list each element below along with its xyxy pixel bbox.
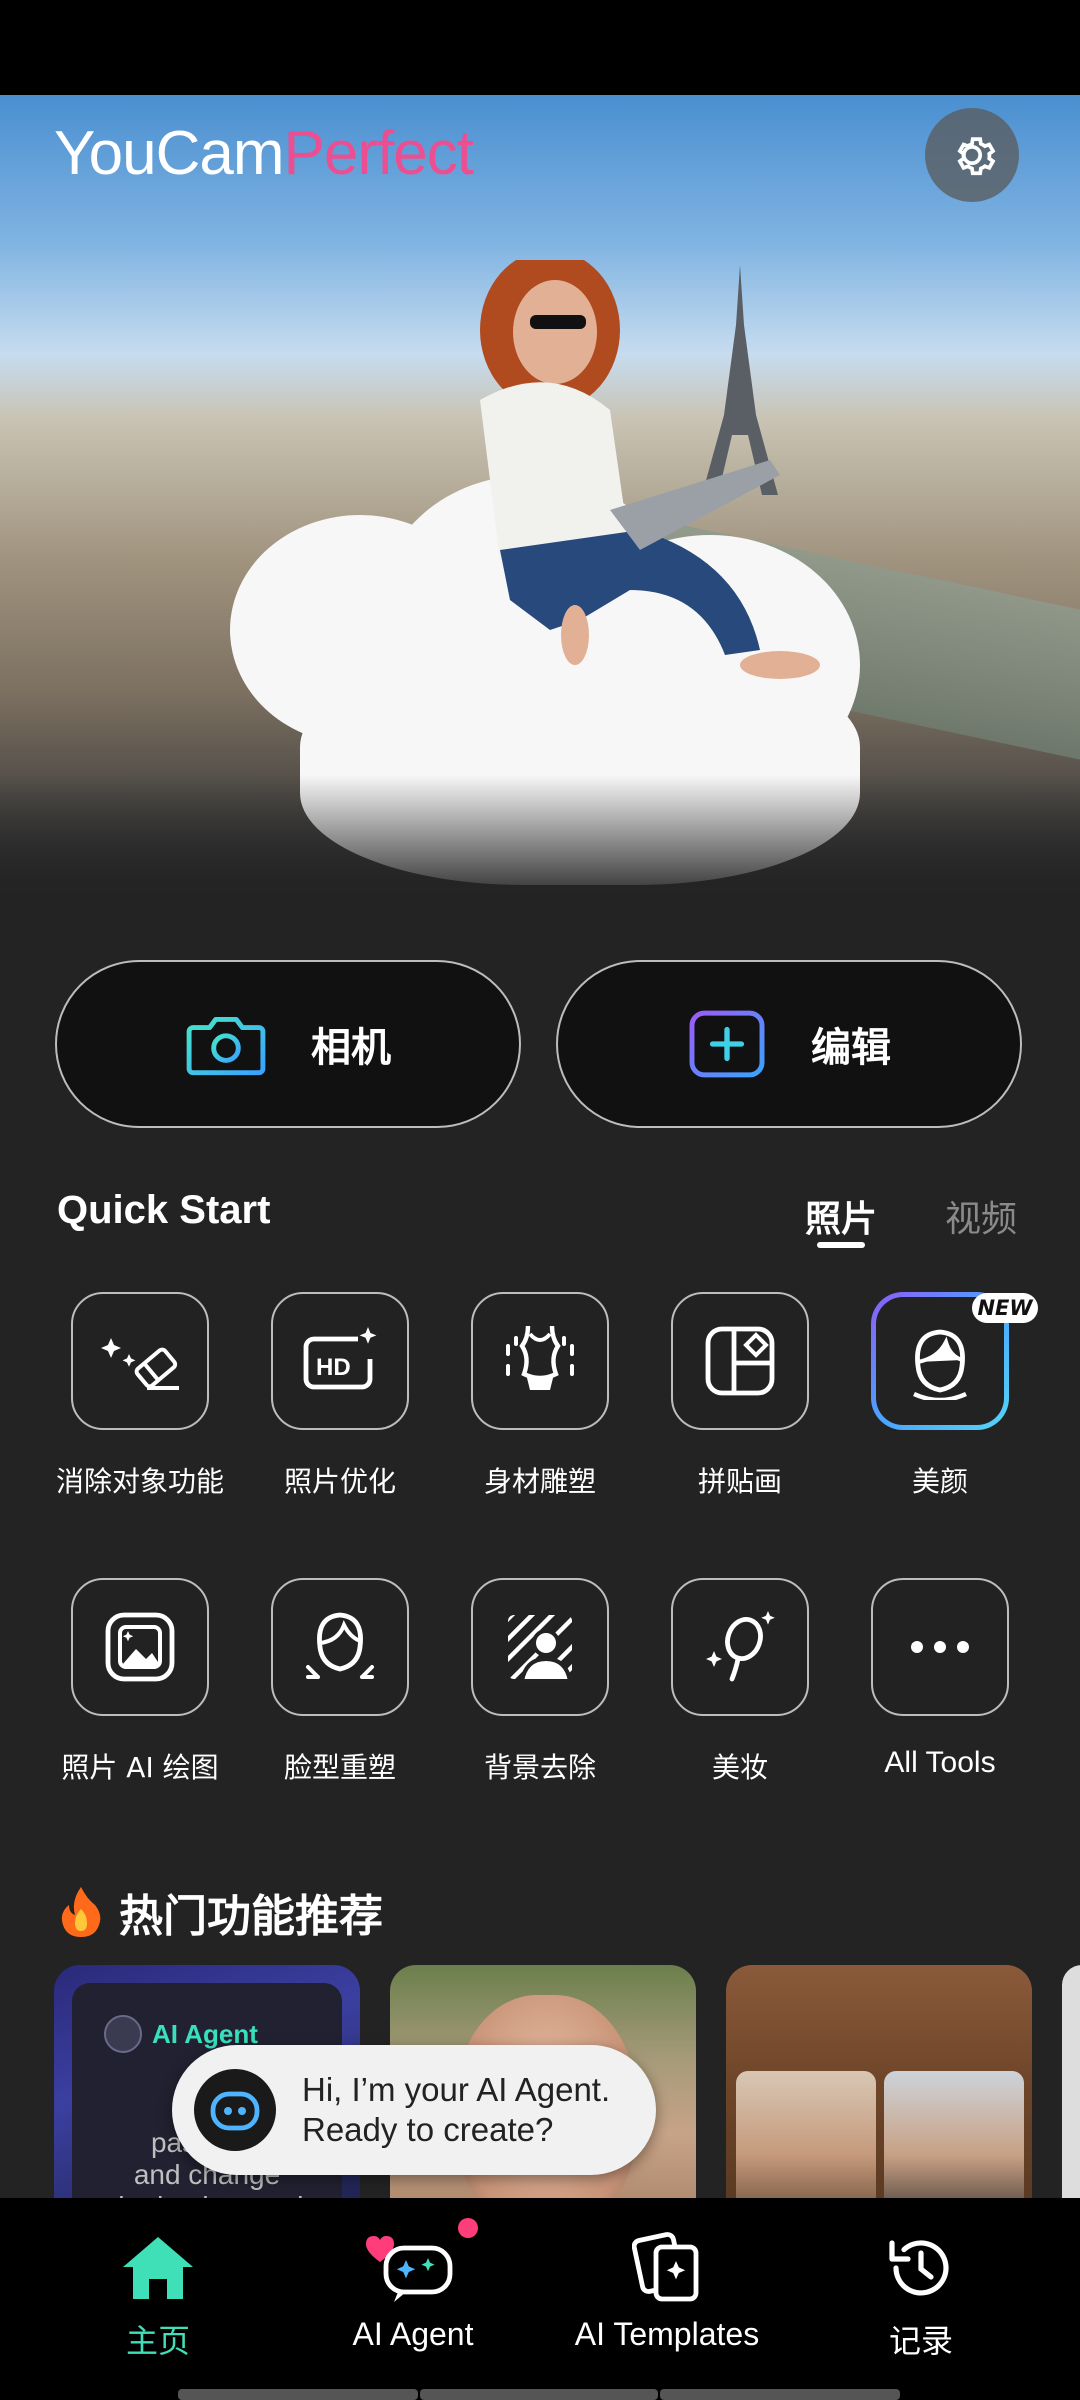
eraser-sparkle-icon — [101, 1338, 179, 1390]
woman-with-laptop-illustration — [480, 260, 820, 679]
edit-button[interactable]: 编辑 — [556, 960, 1022, 1128]
tool-body-shape[interactable]: 身材雕塑 — [445, 1292, 635, 1500]
makeup-mirror-icon — [706, 1611, 775, 1682]
templates-icon — [632, 2232, 699, 2302]
gesture-bar-segment — [178, 2389, 418, 2400]
agent-avatar-icon — [104, 2015, 142, 2053]
gear-icon — [957, 137, 996, 176]
nav-history[interactable]: 记录 — [801, 2228, 1041, 2362]
tab-photo[interactable]: 照片 — [805, 1190, 877, 1242]
camera-icon — [186, 1016, 266, 1076]
tool-collage[interactable]: 拼贴画 — [645, 1292, 835, 1500]
ai-agent-chat-bubble[interactable]: Hi, I’m your AI Agent. Ready to create? — [172, 2045, 656, 2175]
body-shape-icon — [506, 1325, 574, 1390]
tool-photo-enhance[interactable]: HD 照片优化 — [245, 1292, 435, 1500]
gesture-bar-segment — [660, 2389, 900, 2400]
hero-fade — [0, 775, 1080, 905]
hero-banner[interactable] — [0, 95, 1080, 905]
edit-label: 编辑 — [811, 1025, 891, 1071]
face-reshape-icon — [306, 1612, 374, 1679]
tool-makeup[interactable]: 美妆 — [645, 1578, 835, 1786]
ai-agent-icon — [366, 2236, 453, 2302]
nav-ai-templates[interactable]: AI Templates — [547, 2228, 787, 2353]
hd-enhance-icon: HD — [303, 1327, 377, 1390]
nav-home[interactable]: 主页 — [38, 2228, 278, 2362]
add-photo-icon — [689, 1010, 765, 1078]
more-dots-icon — [911, 1641, 969, 1653]
camera-button[interactable]: 相机 — [55, 960, 521, 1128]
app-logo: YouCamPerfect — [54, 119, 474, 188]
tool-background-remove[interactable]: 背景去除 — [445, 1578, 635, 1786]
tab-active-underline — [817, 1242, 865, 1248]
hot-card-next[interactable] — [1062, 1965, 1080, 2205]
tool-all-tools[interactable]: All Tools — [845, 1578, 1035, 1780]
background-remove-icon — [508, 1615, 573, 1683]
tool-face-reshape[interactable]: 脸型重塑 — [245, 1578, 435, 1786]
settings-button[interactable] — [925, 108, 1019, 202]
ai-agent-notification-dot — [458, 2218, 478, 2238]
gesture-bar-segment — [420, 2389, 658, 2400]
tab-video[interactable]: 视频 — [945, 1190, 1017, 1242]
home-icon — [123, 2237, 193, 2299]
photo-woman — [736, 2071, 876, 2205]
quick-start-title: Quick Start — [57, 1188, 271, 1232]
svg-text:HD: HD — [316, 1354, 351, 1381]
hot-features-title: 热门功能推荐 — [57, 1880, 383, 1944]
tool-face-beauty[interactable]: 美颜 — [845, 1292, 1035, 1500]
new-badge: NEW — [972, 1293, 1038, 1323]
hot-card-couple[interactable] — [726, 1965, 1032, 2205]
collage-icon — [705, 1326, 775, 1396]
camera-label: 相机 — [311, 1025, 391, 1071]
bot-icon — [194, 2069, 276, 2151]
status-bar — [0, 0, 1080, 95]
face-beauty-icon — [913, 1329, 967, 1400]
history-icon — [889, 2240, 949, 2296]
nav-ai-agent[interactable]: AI Agent — [293, 2228, 533, 2353]
ai-image-icon — [105, 1612, 175, 1682]
fire-icon — [61, 1887, 101, 1937]
tool-object-removal[interactable]: 消除对象功能 — [45, 1292, 235, 1500]
tool-ai-image[interactable]: 照片 AI 绘图 — [45, 1578, 235, 1786]
photo-man — [884, 2071, 1024, 2205]
chat-message: Hi, I’m your AI Agent. Ready to create? — [302, 2071, 611, 2148]
